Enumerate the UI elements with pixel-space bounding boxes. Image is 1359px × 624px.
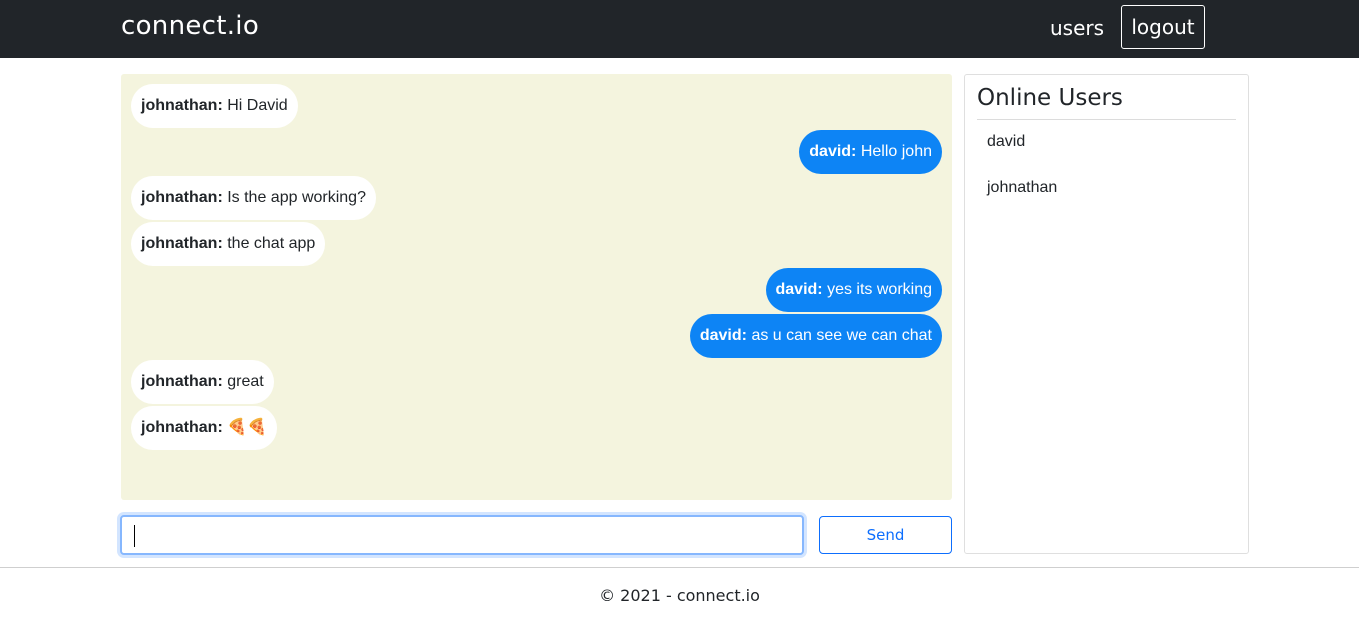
- message-text: Is the app working?: [227, 189, 366, 206]
- message-input[interactable]: [120, 515, 804, 555]
- message-bubble-outgoing: david: as u can see we can chat: [689, 314, 942, 358]
- nav-users-link[interactable]: users: [1050, 16, 1104, 40]
- online-users-title: Online Users: [977, 85, 1123, 111]
- message-sender: david:: [699, 327, 747, 344]
- divider: [977, 119, 1236, 120]
- message-text: Hello john: [860, 143, 932, 160]
- message-text-pizza-emoji: 🍕🍕: [227, 419, 268, 436]
- message-bubble-incoming: johnathan: the chat app: [131, 222, 326, 266]
- message-sender: david:: [809, 143, 857, 160]
- message-bubble-incoming: johnathan: Is the app working?: [131, 176, 376, 220]
- message-text: the chat app: [227, 235, 316, 252]
- message-text: great: [227, 373, 264, 390]
- online-user-item[interactable]: david: [987, 133, 1025, 151]
- navbar: connect.io users logout: [0, 0, 1359, 58]
- message-bubble-incoming: johnathan: great: [131, 360, 274, 404]
- message-bubble-incoming: johnathan: 🍕🍕: [131, 406, 278, 450]
- message-sender: johnathan:: [141, 189, 223, 206]
- message-text: yes its working: [827, 281, 932, 298]
- message-sender: johnathan:: [141, 97, 223, 114]
- message-sender: johnathan:: [141, 419, 223, 436]
- message-sender: johnathan:: [141, 235, 223, 252]
- message-sender: david:: [775, 281, 823, 298]
- logout-button[interactable]: logout: [1121, 5, 1205, 49]
- message-bubble-outgoing: david: yes its working: [765, 268, 942, 312]
- chat-messages-area[interactable]: johnathan: Hi David david: Hello john jo…: [121, 74, 952, 500]
- footer-copyright: © 2021 - connect.io: [599, 586, 760, 605]
- online-users-panel: Online Users david johnathan: [964, 74, 1249, 554]
- brand-logo-link[interactable]: connect.io: [121, 11, 259, 41]
- message-bubble-outgoing: david: Hello john: [799, 130, 942, 174]
- message-bubble-incoming: johnathan: Hi David: [131, 84, 298, 128]
- footer-divider: [0, 567, 1359, 568]
- message-text: Hi David: [227, 97, 288, 114]
- send-button[interactable]: Send: [819, 516, 952, 554]
- online-user-item[interactable]: johnathan: [987, 179, 1057, 197]
- text-caret: [134, 525, 135, 547]
- message-sender: johnathan:: [141, 373, 223, 390]
- message-text: as u can see we can chat: [751, 327, 932, 344]
